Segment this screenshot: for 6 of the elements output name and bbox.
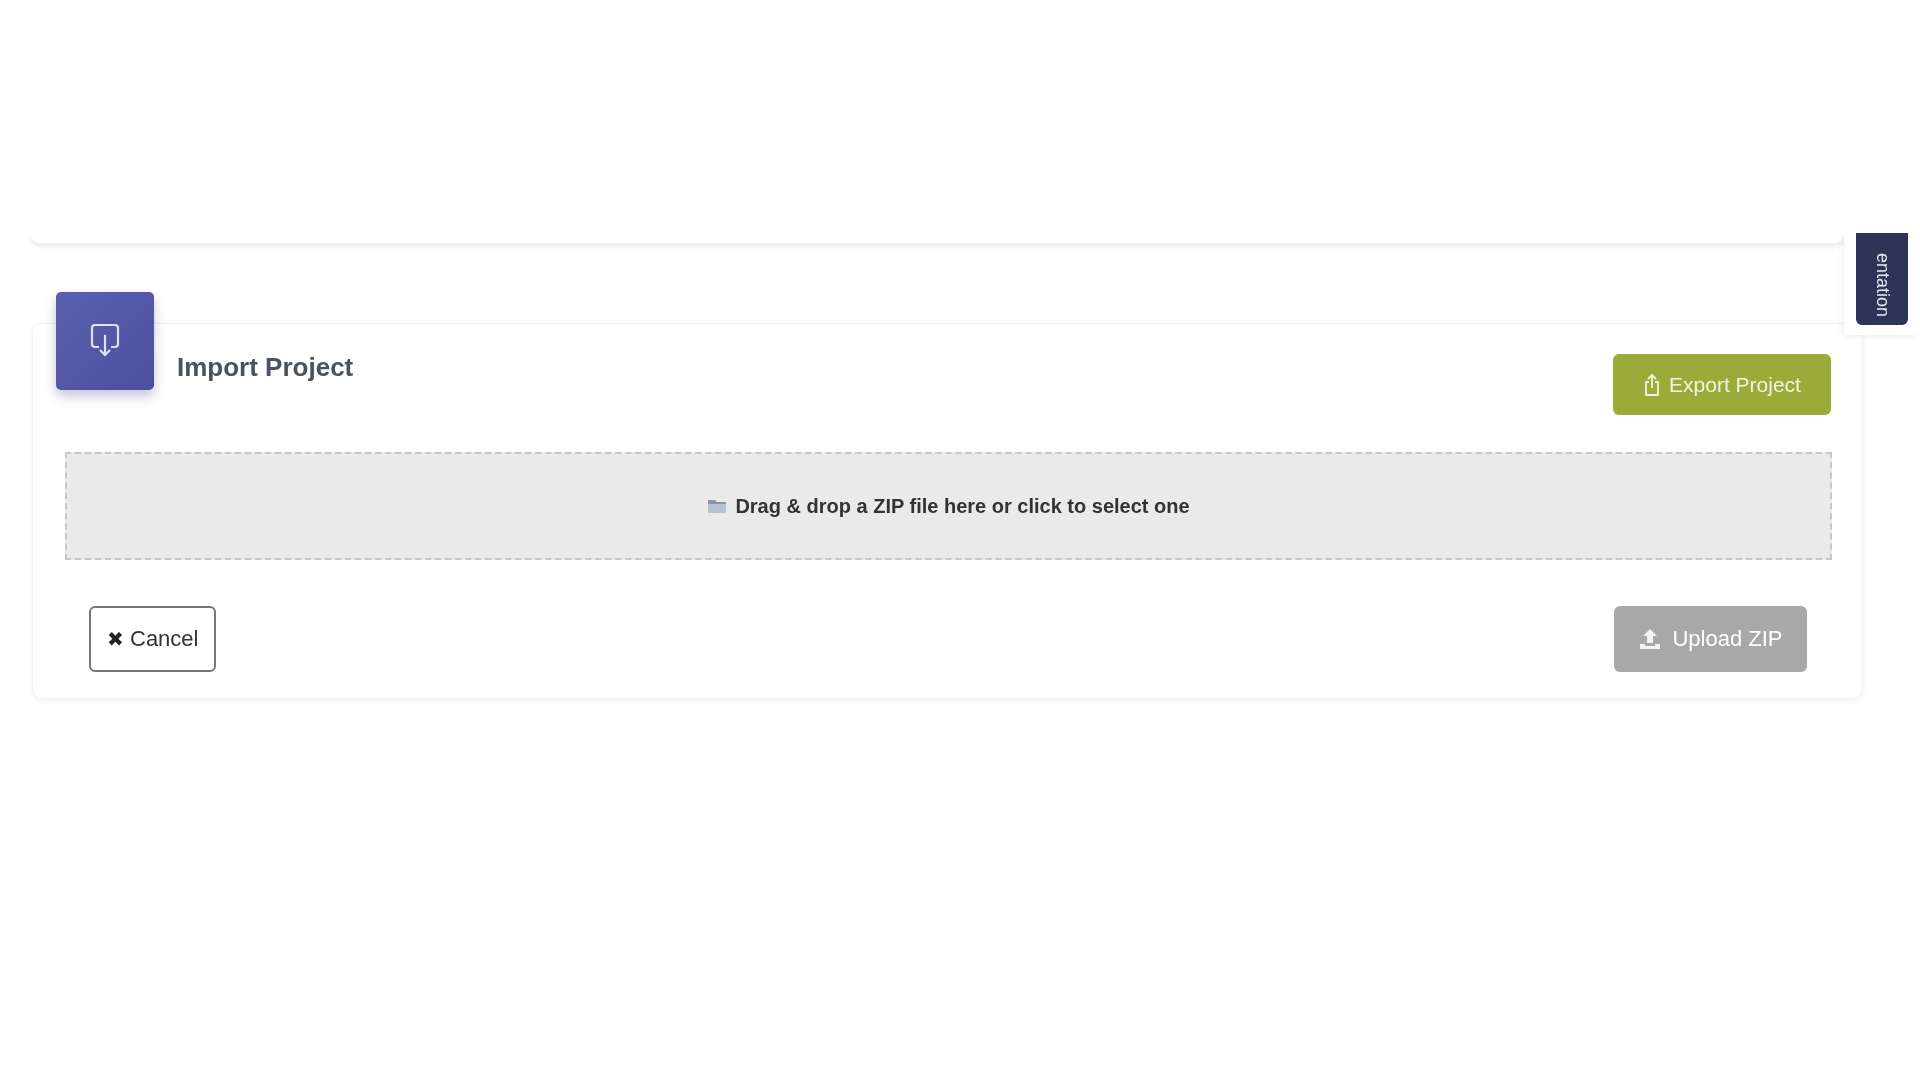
cancel-button[interactable]: ✖ Cancel [89, 606, 217, 672]
close-icon: ✖ [107, 627, 124, 651]
dropzone[interactable]: Drag & drop a ZIP file here or click to select one [65, 452, 1832, 560]
panel-title: Import Project [177, 352, 354, 383]
side-tab[interactable]: entation [1856, 233, 1908, 325]
dropzone-text: Drag & drop a ZIP file here or click to select one [735, 494, 1190, 518]
